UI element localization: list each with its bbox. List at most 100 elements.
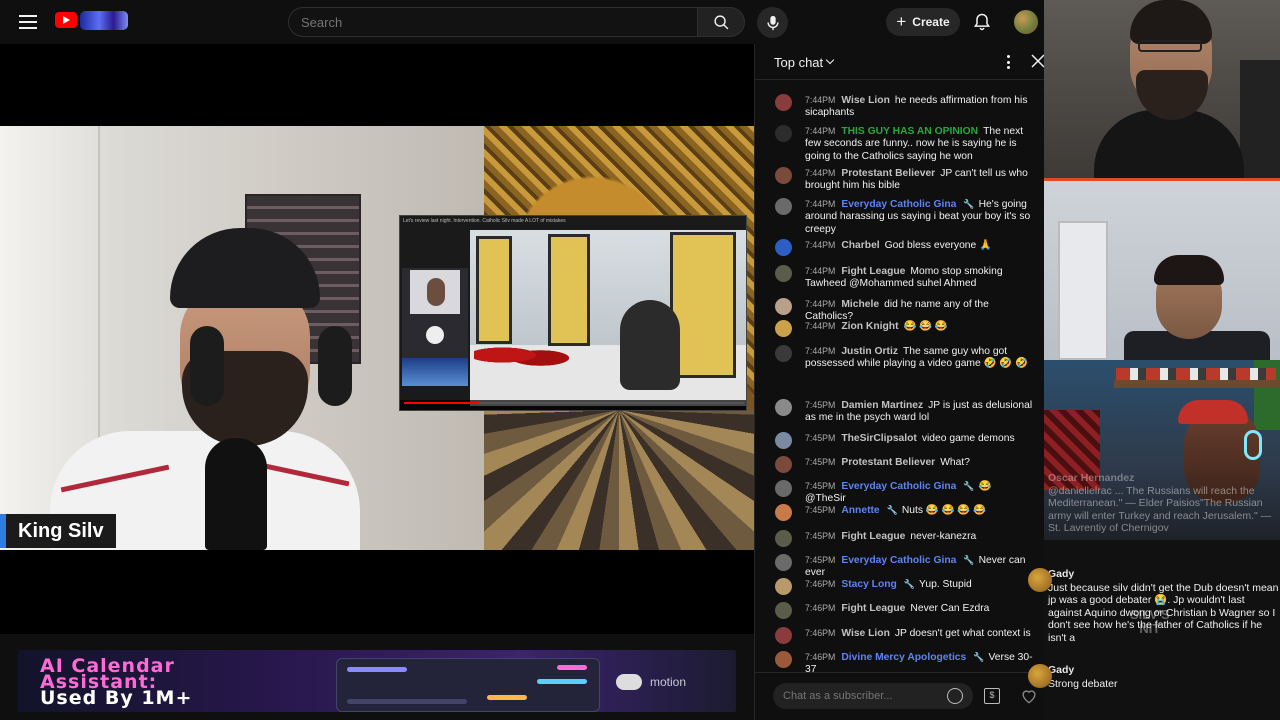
- ad-headline: AI Calendar Assistant: Used By 1M+: [40, 657, 193, 709]
- chat-author-name[interactable]: Michele: [841, 299, 879, 310]
- chat-author-avatar[interactable]: [775, 399, 792, 416]
- chat-author-name[interactable]: THIS GUY HAS AN OPINION: [841, 126, 978, 137]
- chat-messages[interactable]: 7:44PM Wise Lion he needs affirmation from…: [755, 80, 1045, 672]
- moderator-wrench-icon: 🔧: [886, 505, 898, 515]
- chat-author-avatar[interactable]: [775, 627, 792, 644]
- search-button[interactable]: [697, 7, 745, 37]
- doodle-logo[interactable]: [80, 11, 128, 30]
- chat-timestamp: 7:45PM: [805, 433, 836, 443]
- chat-timestamp: 7:45PM: [805, 531, 836, 541]
- chat-author-avatar[interactable]: [775, 167, 792, 184]
- chat-author-avatar[interactable]: [775, 298, 792, 315]
- microphone-icon: [766, 15, 779, 30]
- chat-author-name[interactable]: Fight League: [841, 266, 905, 277]
- ad-line-3: Used By 1M+: [40, 687, 193, 709]
- chat-input-row: $: [755, 672, 1045, 720]
- guest-glasses: [1138, 40, 1202, 52]
- chat-author-avatar[interactable]: [775, 198, 792, 215]
- background-door: [1058, 221, 1108, 360]
- menu-icon[interactable]: [16, 10, 40, 34]
- chat-author-avatar[interactable]: [775, 578, 792, 595]
- chat-author-name[interactable]: TheSirClipsalot: [841, 433, 917, 444]
- chair: [1240, 60, 1280, 180]
- emoji-icon[interactable]: [947, 688, 963, 704]
- chat-author-avatar[interactable]: [775, 320, 792, 337]
- more-options-icon[interactable]: [1007, 55, 1011, 69]
- moderator-wrench-icon: 🔧: [973, 652, 985, 662]
- chat-author-avatar[interactable]: [775, 239, 792, 256]
- create-button[interactable]: + Create: [886, 8, 960, 36]
- chat-author-avatar[interactable]: [775, 345, 792, 362]
- chat-author-avatar[interactable]: [775, 530, 792, 547]
- plus-icon: +: [896, 12, 907, 31]
- chat-author-name[interactable]: Everyday Catholic Gina: [841, 199, 956, 210]
- chat-mode-selector[interactable]: Top chat: [774, 55, 823, 70]
- chat-author-avatar[interactable]: [775, 504, 792, 521]
- chat-author-name[interactable]: Divine Mercy Apologetics: [841, 652, 966, 663]
- chat-author-avatar[interactable]: [775, 94, 792, 111]
- chat-author-name[interactable]: Wise Lion: [841, 95, 890, 106]
- chat-message-body: 7:46PM Stacy Long 🔧 Yup. Stupid: [805, 578, 1033, 591]
- chat-author-name[interactable]: Justin Ortiz: [841, 346, 898, 357]
- chat-message-text: he needs affirmation from his sicaphants: [805, 95, 1028, 119]
- chat-message-body: 7:45PM Fight League never-kanezra: [805, 530, 1033, 543]
- chat-author-avatar[interactable]: [775, 456, 792, 473]
- chat-message-body: 7:44PM Justin Ortiz The same guy who got p…: [805, 345, 1033, 371]
- inset-video-title: Let's review last night. Intervention. C…: [403, 218, 566, 224]
- chat-message-body: 7:45PM Annette 🔧 Nuts 😂 😂 😂 😂: [805, 504, 1033, 517]
- chat-author-name[interactable]: Stacy Long: [841, 579, 897, 590]
- inset-player-controls: [400, 400, 746, 410]
- notifications-bell-icon[interactable]: [972, 12, 992, 32]
- ring-light: [1244, 430, 1262, 460]
- chat-author-avatar[interactable]: [775, 554, 792, 571]
- account-avatar[interactable]: [1014, 10, 1038, 34]
- chat-author-avatar[interactable]: [775, 651, 792, 668]
- super-chat-icon[interactable]: $: [984, 688, 1000, 704]
- moderator-wrench-icon: 🔧: [963, 481, 975, 491]
- chat-author-name[interactable]: Charbel: [841, 240, 879, 251]
- chat-author-name[interactable]: Protestant Believer: [841, 168, 935, 179]
- search-input[interactable]: [288, 7, 698, 37]
- chat-input[interactable]: [773, 683, 973, 709]
- chat-author-avatar[interactable]: [775, 125, 792, 142]
- chat-timestamp: 7:46PM: [805, 652, 836, 662]
- chevron-down-icon[interactable]: [825, 55, 835, 65]
- ad-banner[interactable]: AI Calendar Assistant: Used By 1M+ motio…: [18, 650, 736, 712]
- chat-timestamp: 7:45PM: [805, 505, 836, 515]
- chat-author-avatar[interactable]: [775, 265, 792, 282]
- heart-icon[interactable]: [1019, 686, 1039, 706]
- chat-author-name[interactable]: Annette: [841, 505, 879, 516]
- youtube-logo-icon[interactable]: [55, 12, 77, 28]
- motion-logo-icon: [616, 674, 642, 690]
- close-icon[interactable]: [1031, 54, 1045, 68]
- search-icon: [713, 14, 728, 29]
- chat-author-name[interactable]: Everyday Catholic Gina: [841, 481, 956, 492]
- faded-chat-text: @daniellelrac ... The Russians will reac…: [1048, 484, 1272, 535]
- overlay-chat-text: Strong debater: [1048, 677, 1118, 690]
- inset-face: [410, 270, 460, 314]
- chat-timestamp: 7:44PM: [805, 346, 836, 356]
- chat-author-avatar[interactable]: [775, 602, 792, 619]
- headphone-left: [190, 326, 224, 406]
- shelf: [1114, 380, 1280, 388]
- chat-author-name[interactable]: Protestant Believer: [841, 457, 935, 468]
- chat-author-name[interactable]: Fight League: [841, 603, 905, 614]
- inset-earth: [402, 358, 468, 386]
- streamer-nameplate: King Silv: [0, 514, 116, 548]
- overlay-chat-avatar: [1028, 568, 1052, 592]
- voice-search-button[interactable]: [757, 7, 788, 38]
- chat-timestamp: 7:46PM: [805, 628, 836, 638]
- guest-hair: [1154, 255, 1224, 285]
- chat-author-name[interactable]: Fight League: [841, 531, 905, 542]
- chat-message-body: 7:44PM Wise Lion he needs affirmation from…: [805, 94, 1033, 120]
- chat-author-avatar[interactable]: [775, 480, 792, 497]
- guest-cam-2: [1044, 181, 1280, 360]
- chat-timestamp: 7:45PM: [805, 400, 836, 410]
- chat-author-name[interactable]: Wise Lion: [841, 628, 890, 639]
- chat-author-name[interactable]: Damien Martinez: [841, 400, 923, 411]
- chat-author-name[interactable]: Zion Knight: [841, 321, 898, 332]
- chat-author-avatar[interactable]: [775, 432, 792, 449]
- chat-timestamp: 7:44PM: [805, 126, 836, 136]
- inset-progress-bar: [404, 402, 744, 404]
- chat-author-name[interactable]: Everyday Catholic Gina: [841, 555, 956, 566]
